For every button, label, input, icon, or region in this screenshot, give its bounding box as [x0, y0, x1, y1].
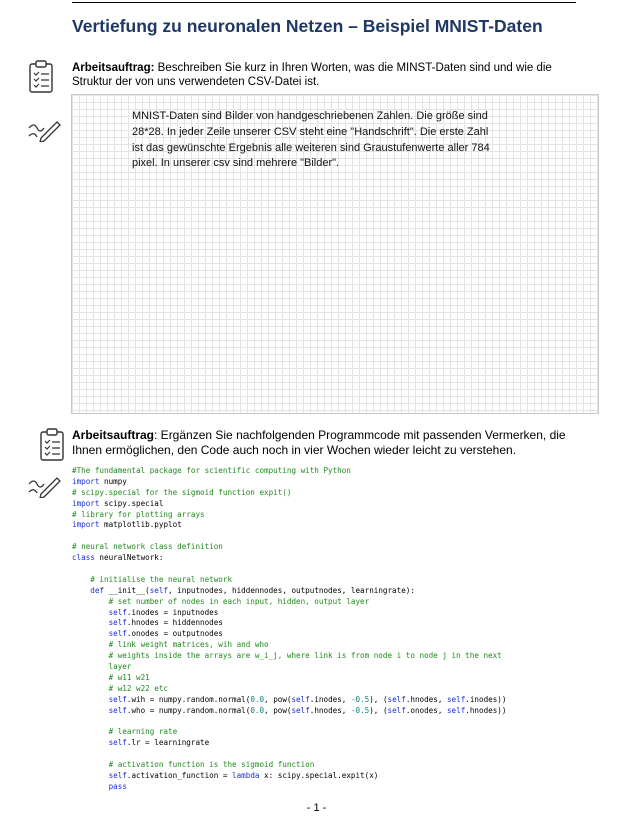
code-line: self.hnodes = hiddennodes — [108, 618, 223, 628]
code-line: ​ — [72, 716, 506, 727]
code-line: # neural network class definition — [72, 542, 223, 552]
code-line: pass — [108, 781, 127, 791]
task1-label: Arbeitsauftrag: — [72, 62, 155, 74]
code-line: # w11 w21 — [72, 672, 150, 682]
code-line: self.who = numpy.random.normal(0.0, pow(… — [108, 705, 507, 715]
code-line: import matplotlib.pyplot — [72, 520, 182, 530]
answer-line: MNIST-Daten sind Bilder von handgeschrie… — [132, 110, 488, 122]
code-line: self.inodes = inputnodes — [108, 607, 219, 617]
answer-line: pixel. In unserer csv sind mehrere "Bild… — [132, 157, 340, 170]
task1-text-line2: Struktur der von uns verwendeten CSV-Dat… — [72, 76, 320, 88]
code-line: # set number of nodes in each input, hid… — [72, 596, 370, 606]
code-line: #The fundamental package for scientific … — [72, 466, 351, 475]
task1-instruction: Arbeitsauftrag: Beschreiben Sie kurz in … — [72, 61, 552, 89]
code-line: layer — [72, 662, 132, 672]
task2-instruction: Arbeitsauftrag: Ergänzen Sie nachfolgend… — [72, 428, 566, 457]
code-line: ​ — [72, 531, 506, 542]
answer-line: ist das gewünschte Ergebnis alle weitere… — [132, 141, 490, 154]
code-line: import numpy — [72, 476, 127, 486]
code-line: self.onodes = outputnodes — [108, 629, 223, 639]
answer-line: 28*28. In jeder Zeile unserer CSV steht … — [132, 125, 489, 138]
pen-icon — [28, 121, 61, 142]
code-line: class neuralNetwork: — [72, 553, 164, 563]
code-block: #The fundamental package for scientific … — [72, 466, 506, 793]
code-line: self.activation_function = lambda x: sci… — [108, 770, 379, 780]
task1-text-line1: Beschreiben Sie kurz in Ihren Worten, wa… — [154, 62, 552, 74]
page-title: Vertiefung zu neuronalen Netzen – Beispi… — [72, 16, 543, 36]
code-line: # w12 w22 etc — [72, 683, 169, 693]
code-line: # weights inside the arrays are w_i_j, w… — [72, 651, 502, 661]
pen-icon — [28, 477, 61, 498]
answer-text: MNIST-Daten sind Bilder von handgeschrie… — [132, 109, 552, 172]
code-line: # learning rate — [72, 727, 178, 737]
code-line: # initialise the neural network — [72, 574, 233, 584]
code-line: ​ — [72, 564, 506, 575]
header-rule — [72, 2, 576, 3]
code-line: # link weight matrices, wih and who — [72, 640, 269, 650]
task2-text-line1: : Ergänzen Sie nachfolgenden Programmcod… — [154, 428, 566, 442]
code-line: ​ — [72, 749, 506, 760]
code-line: self.lr = learningrate — [108, 738, 210, 748]
page-number: - 1 - — [306, 802, 327, 814]
code-line: import scipy.special — [72, 498, 164, 508]
checklist-icon — [29, 60, 53, 93]
code-line: def __init__(self, inputnodes, hiddennod… — [90, 585, 415, 595]
code-line: # scipy.special for the sigmoid function… — [72, 487, 292, 497]
task2-text-line2: Ihnen ermöglichen, den Code auch noch in… — [72, 442, 517, 457]
checklist-icon — [40, 428, 64, 461]
code-line: # library for plotting arrays — [72, 509, 205, 519]
code-line: self.wih = numpy.random.normal(0.0, pow(… — [108, 694, 507, 704]
task2-label: Arbeitsauftrag — [72, 428, 155, 442]
code-line: # activation function is the sigmoid fun… — [72, 760, 315, 770]
